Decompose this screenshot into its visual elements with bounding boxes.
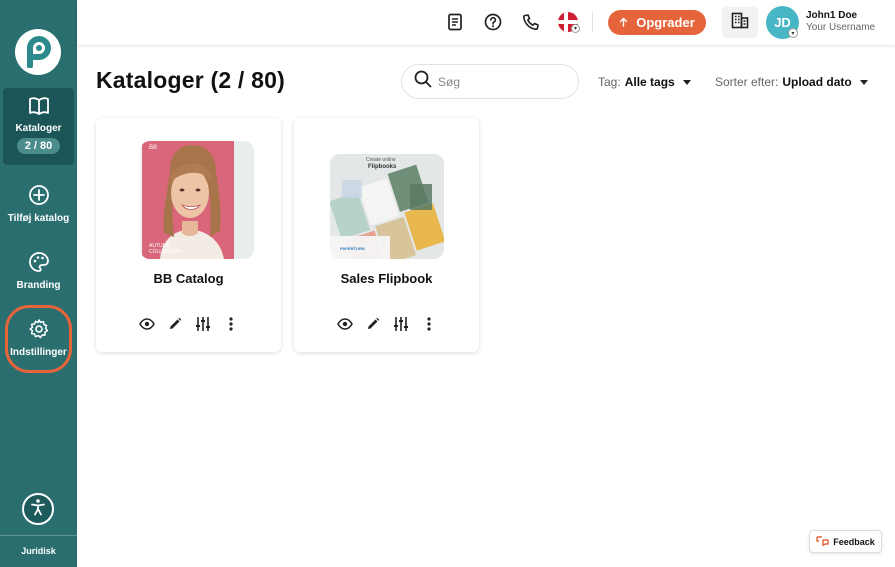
- pencil-icon[interactable]: [166, 315, 184, 333]
- tag-filter-dropdown[interactable]: Tag: Alle tags: [598, 75, 691, 89]
- cover-brand: PAPERTURN: [340, 246, 365, 251]
- feedback-button[interactable]: Feedback: [809, 530, 882, 553]
- card-actions: [96, 315, 281, 333]
- user-name: John1 Doe: [806, 10, 858, 21]
- plus-circle-icon: [28, 184, 50, 209]
- sliders-icon[interactable]: [194, 315, 212, 333]
- cover-text-bottom: AUTUMN COLLECTION: [149, 243, 181, 255]
- phone-icon[interactable]: [521, 12, 541, 32]
- cover-image: [142, 141, 254, 259]
- cover-text-top: Create online: [366, 157, 396, 163]
- sliders-icon[interactable]: [392, 315, 410, 333]
- catalog-cover[interactable]: Create online Flipbooks PAPERTURN: [330, 154, 444, 259]
- catalog-card[interactable]: BB AUTUMN COLLECTION BB Catalog: [96, 118, 281, 352]
- catalog-count-badge: 2 / 80: [16, 138, 61, 154]
- feedback-label: Feedback: [833, 536, 875, 547]
- cover-text-main: Flipbooks: [368, 164, 397, 170]
- brand-logo[interactable]: [15, 29, 61, 75]
- sidebar-item-label: Branding: [16, 280, 61, 291]
- eye-icon[interactable]: [336, 315, 354, 333]
- catalog-title[interactable]: Sales Flipbook: [294, 271, 479, 286]
- search-input[interactable]: [438, 74, 568, 89]
- kebab-menu-icon[interactable]: [222, 315, 240, 333]
- sidebar-item-label: Tilføj katalog: [7, 213, 70, 224]
- sidebar-item-branding[interactable]: Branding: [3, 251, 74, 291]
- gear-icon: [28, 318, 50, 343]
- book-open-icon: [28, 96, 50, 119]
- pencil-icon[interactable]: [364, 315, 382, 333]
- feedback-icon: [816, 535, 829, 548]
- tag-filter-value: Alle tags: [624, 75, 675, 89]
- catalog-cover[interactable]: BB AUTUMN COLLECTION: [140, 141, 254, 259]
- chevron-down-icon: [682, 79, 691, 85]
- card-actions: [294, 315, 479, 333]
- sort-label: Sorter efter:: [715, 75, 779, 89]
- chevron-down-icon: ▾: [788, 28, 798, 38]
- sort-value: Upload dato: [782, 75, 852, 89]
- catalog-title[interactable]: BB Catalog: [96, 271, 281, 286]
- upgrade-label: Opgrader: [636, 15, 695, 30]
- sidebar-item-label: Indstillinger: [10, 347, 67, 358]
- help-icon[interactable]: [483, 12, 503, 32]
- divider: [592, 12, 593, 32]
- building-icon: [731, 12, 749, 34]
- organization-button[interactable]: [722, 7, 758, 38]
- cover-text-top: BB: [149, 145, 158, 151]
- catalog-card[interactable]: Create online Flipbooks PAPERTURN Sales …: [294, 118, 479, 352]
- eye-icon[interactable]: [138, 315, 156, 333]
- topbar: ▾ Opgrader JD ▾ John1 Doe Your Username: [77, 0, 895, 45]
- user-username: Your Username: [806, 22, 876, 33]
- sidebar-item-indstillinger[interactable]: Indstillinger: [3, 318, 74, 358]
- sidebar-item-label: Kataloger: [15, 123, 62, 134]
- search-icon: [414, 70, 432, 93]
- accessibility-icon: [28, 497, 48, 522]
- document-icon[interactable]: [445, 12, 465, 32]
- chevron-down-icon: [859, 79, 868, 85]
- sidebar: Kataloger 2 / 80 Tilføj katalog Branding…: [0, 0, 77, 567]
- sidebar-divider: [0, 535, 77, 536]
- search-box[interactable]: [401, 64, 579, 99]
- page-title: Kataloger (2 / 80): [96, 67, 285, 93]
- sidebar-item-kataloger[interactable]: Kataloger 2 / 80: [3, 88, 74, 165]
- upgrade-button[interactable]: Opgrader: [608, 10, 706, 35]
- sort-dropdown[interactable]: Sorter efter: Upload dato: [715, 75, 868, 89]
- arrow-up-icon: [619, 15, 628, 30]
- chevron-down-icon: ▾: [571, 24, 580, 33]
- palette-icon: [28, 251, 50, 276]
- accessibility-button[interactable]: [22, 493, 54, 525]
- kebab-menu-icon[interactable]: [420, 315, 438, 333]
- brand-logo-icon: [27, 36, 51, 68]
- tag-filter-label: Tag:: [598, 75, 621, 89]
- sidebar-item-tilfoj-katalog[interactable]: Tilføj katalog: [3, 184, 74, 224]
- footer-link-juridisk[interactable]: Juridisk: [0, 546, 77, 556]
